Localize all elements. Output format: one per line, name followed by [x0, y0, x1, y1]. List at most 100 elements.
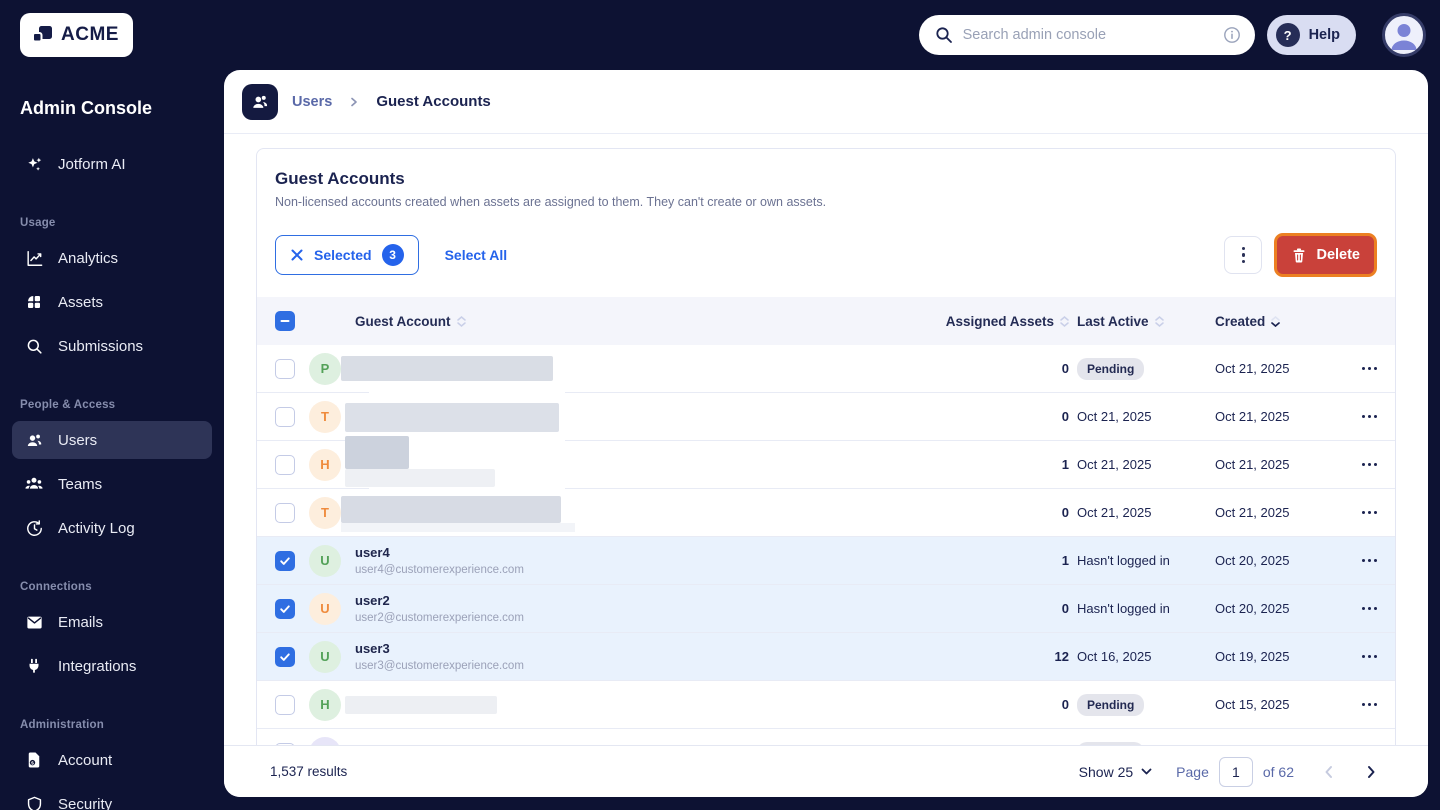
- show-per-page-select[interactable]: Show 25: [1079, 764, 1152, 780]
- person-icon: [1391, 24, 1417, 50]
- submissions-icon: [24, 336, 44, 356]
- assigned-assets-value: 0: [1061, 601, 1069, 616]
- guest-email: user3@customerexperience.com: [355, 659, 524, 672]
- security-icon: [24, 794, 44, 810]
- page-total-label: of 62: [1262, 763, 1294, 780]
- column-header-created[interactable]: Created: [1215, 314, 1315, 329]
- row-actions-button[interactable]: [1360, 553, 1380, 569]
- selected-label: Selected: [314, 247, 372, 263]
- logo-text: ACME: [61, 24, 119, 45]
- avatar: T: [309, 496, 341, 529]
- last-active-value: Hasn't logged in: [1077, 601, 1170, 616]
- row-checkbox[interactable]: [275, 694, 295, 715]
- acme-logo[interactable]: ACME: [20, 13, 133, 57]
- breadcrumb: Users Guest Accounts: [224, 70, 1428, 134]
- next-page-button[interactable]: [1363, 761, 1380, 783]
- previous-page-button[interactable]: [1320, 761, 1337, 783]
- search-bar: [918, 15, 1255, 55]
- help-label: Help: [1308, 27, 1340, 43]
- avatar: U: [309, 592, 341, 625]
- row-checkbox[interactable]: [275, 646, 295, 667]
- app-root: ACME ? Help Admin Console Jotform AI Usa…: [0, 0, 1440, 810]
- sidebar-item-integrations[interactable]: Integrations: [12, 647, 212, 685]
- assigned-assets-value: 0: [1061, 505, 1069, 520]
- breadcrumb-users-link[interactable]: Users: [292, 94, 332, 110]
- select-all-button[interactable]: Select All: [445, 247, 508, 263]
- page-number-input[interactable]: [1218, 756, 1253, 787]
- created-value: Oct 21, 2025: [1215, 505, 1290, 520]
- sidebar-item-users[interactable]: Users: [12, 421, 212, 459]
- sort-desc-icon: [1271, 315, 1281, 327]
- sidebar-item-activity-log[interactable]: Activity Log: [12, 509, 212, 547]
- more-actions-button[interactable]: [1224, 236, 1263, 274]
- sidebar-item-emails[interactable]: Emails: [12, 603, 212, 641]
- created-value: Oct 21, 2025: [1215, 457, 1290, 472]
- row-actions-button[interactable]: [1360, 601, 1380, 617]
- created-value: Oct 20, 2025: [1215, 601, 1290, 616]
- row-actions-button[interactable]: [1360, 409, 1380, 425]
- search-input[interactable]: [962, 27, 1214, 43]
- top-bar: ACME ? Help: [0, 0, 1440, 70]
- row-checkbox[interactable]: [275, 358, 295, 379]
- row-checkbox[interactable]: [275, 598, 295, 619]
- table-row: U user3 user3@customerexperience.com 12 O…: [257, 633, 1395, 681]
- sidebar-item-label: Security: [58, 795, 113, 810]
- row-checkbox[interactable]: [275, 406, 295, 427]
- column-header-assigned-assets[interactable]: Assigned Assets: [929, 314, 1069, 329]
- sidebar-item-security[interactable]: Security: [12, 785, 212, 810]
- table-row: U user2 user2@customerexperience.com 0 Ha…: [257, 585, 1395, 633]
- sidebar-item-submissions[interactable]: Submissions: [12, 327, 212, 365]
- row-actions-button[interactable]: [1360, 505, 1380, 521]
- guest-accounts-card: Guest Accounts Non-licensed accounts cre…: [256, 148, 1396, 778]
- column-header-last-active[interactable]: Last Active: [1077, 314, 1207, 329]
- svg-text:$: $: [31, 761, 34, 767]
- sidebar-item-label: Submissions: [58, 337, 144, 355]
- table-row: P 0 Pending Oct 21, 2025: [257, 345, 1395, 393]
- close-icon: [291, 249, 303, 261]
- page-label: Page: [1176, 763, 1209, 780]
- guest-accounts-icon: [242, 83, 278, 120]
- sort-icon: [456, 315, 466, 327]
- assigned-assets-value: 0: [1061, 409, 1069, 424]
- selected-count-badge: 3: [381, 244, 404, 266]
- main-panel: Users Guest Accounts Guest Accounts Non-…: [224, 70, 1428, 797]
- pagination-bar: 1,537 results Show 25 Page of 62: [224, 745, 1428, 797]
- assigned-assets-value: 1: [1061, 553, 1069, 568]
- delete-button[interactable]: Delete: [1274, 233, 1377, 277]
- chevron-left-icon: [1325, 765, 1332, 778]
- selected-filter-button[interactable]: Selected 3: [275, 235, 419, 275]
- user-avatar[interactable]: [1382, 13, 1426, 57]
- column-header-guest-account[interactable]: Guest Account: [355, 314, 921, 329]
- sidebar-item-jotform-ai[interactable]: Jotform AI: [12, 145, 212, 183]
- trash-icon: [1293, 248, 1305, 263]
- emails-icon: [24, 612, 44, 632]
- row-actions-button[interactable]: [1360, 361, 1380, 377]
- table-row: H 1 Oct 21, 2025 Oct 21, 2025: [257, 441, 1395, 489]
- sort-icon: [1154, 315, 1164, 327]
- row-actions-button[interactable]: [1360, 649, 1380, 665]
- chevron-down-icon: [1141, 768, 1152, 775]
- users-icon: [24, 430, 44, 450]
- activity-icon: [24, 518, 44, 538]
- row-actions-button[interactable]: [1360, 697, 1380, 713]
- status-badge: Pending: [1077, 693, 1145, 716]
- row-checkbox[interactable]: [275, 502, 295, 523]
- select-all-checkbox[interactable]: [275, 311, 295, 331]
- row-actions-button[interactable]: [1360, 457, 1380, 473]
- table-row: T 0 Oct 21, 2025 Oct 21, 2025: [257, 393, 1395, 441]
- assigned-assets-value: 1: [1061, 457, 1069, 472]
- row-checkbox[interactable]: [275, 550, 295, 571]
- sort-icon: [1060, 315, 1069, 327]
- info-icon[interactable]: [1223, 26, 1241, 44]
- sidebar-item-account[interactable]: $ Account: [12, 741, 212, 779]
- sidebar-section-label: Usage: [20, 217, 56, 229]
- search-icon: [935, 27, 952, 43]
- analytics-icon: [24, 248, 44, 268]
- guest-name: user3: [355, 641, 390, 657]
- help-button[interactable]: ? Help: [1266, 15, 1356, 55]
- sidebar-item-assets[interactable]: Assets: [12, 283, 212, 321]
- row-checkbox[interactable]: [275, 454, 295, 475]
- sidebar-item-analytics[interactable]: Analytics: [12, 239, 212, 277]
- table-row: T 0 Oct 21, 2025 Oct 21, 2025: [257, 489, 1395, 537]
- sidebar-item-teams[interactable]: Teams: [12, 465, 212, 503]
